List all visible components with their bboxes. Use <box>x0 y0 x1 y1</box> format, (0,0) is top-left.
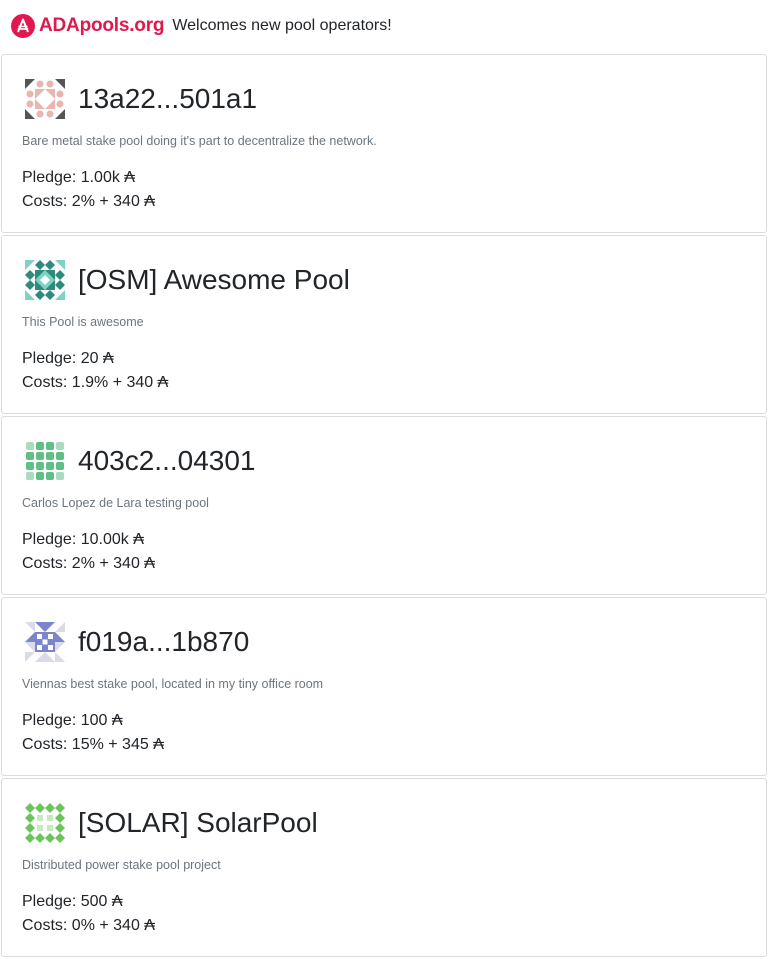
pool-header: [SOLAR] SolarPool <box>25 803 318 843</box>
pool-card[interactable]: f019a...1b870 Viennas best stake pool, l… <box>1 597 767 776</box>
pool-card[interactable]: [SOLAR] SolarPool Distributed power stak… <box>1 778 767 957</box>
pool-description: Viennas best stake pool, located in my t… <box>22 677 324 691</box>
pool-pledge: Pledge: 10.00k ₳ <box>22 531 144 548</box>
pool-card[interactable]: [OSM] Awesome Pool This Pool is awesome … <box>1 235 767 414</box>
pool-header: 403c2...04301 <box>25 441 256 481</box>
pool-name[interactable]: 13a22...501a1 <box>78 79 257 119</box>
pool-identicon-icon <box>25 260 65 300</box>
pool-header: 13a22...501a1 <box>25 79 257 119</box>
pool-pledge: Pledge: 1.00k ₳ <box>22 169 135 186</box>
pool-name[interactable]: 403c2...04301 <box>78 441 256 481</box>
pool-costs: Costs: 2% + 340 ₳ <box>22 193 155 210</box>
pool-description: Distributed power stake pool project <box>22 858 221 872</box>
pool-description: Bare metal stake pool doing it's part to… <box>22 134 377 148</box>
pool-card[interactable]: 13a22...501a1 Bare metal stake pool doin… <box>1 54 767 233</box>
header-tagline: Welcomes new pool operators! <box>172 17 392 34</box>
site-header: ADApools.org Welcomes new pool operators… <box>0 0 768 52</box>
ada-logo-icon[interactable] <box>11 14 35 38</box>
pool-name[interactable]: [OSM] Awesome Pool <box>78 260 350 300</box>
pool-list: 13a22...501a1 Bare metal stake pool doin… <box>1 54 767 959</box>
pool-card[interactable]: 403c2...04301 Carlos Lopez de Lara testi… <box>1 416 767 595</box>
pool-name[interactable]: f019a...1b870 <box>78 622 249 662</box>
pool-header: [OSM] Awesome Pool <box>25 260 350 300</box>
pool-description: Carlos Lopez de Lara testing pool <box>22 496 209 510</box>
pool-costs: Costs: 15% + 345 ₳ <box>22 736 164 753</box>
pool-costs: Costs: 1.9% + 340 ₳ <box>22 374 169 391</box>
pool-pledge: Pledge: 500 ₳ <box>22 893 123 910</box>
brand-name[interactable]: ADApools.org <box>39 15 165 37</box>
pool-identicon-icon <box>25 79 65 119</box>
pool-identicon-icon <box>25 622 65 662</box>
pool-header: f019a...1b870 <box>25 622 249 662</box>
pool-pledge: Pledge: 20 ₳ <box>22 350 114 367</box>
pool-costs: Costs: 0% + 340 ₳ <box>22 917 155 934</box>
pool-costs: Costs: 2% + 340 ₳ <box>22 555 155 572</box>
pool-pledge: Pledge: 100 ₳ <box>22 712 123 729</box>
pool-name[interactable]: [SOLAR] SolarPool <box>78 803 318 843</box>
pool-description: This Pool is awesome <box>22 315 144 329</box>
pool-identicon-icon <box>25 803 65 843</box>
pool-identicon-icon <box>26 442 64 480</box>
